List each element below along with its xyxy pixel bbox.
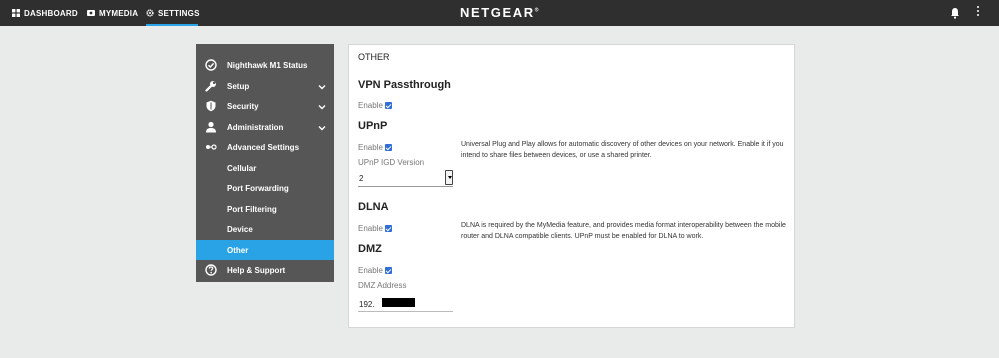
sidebar-item-setup[interactable]: Setup [196, 76, 334, 96]
person-icon [205, 121, 217, 133]
dlna-heading: DLNA [358, 201, 389, 213]
chevron-down-icon [318, 103, 326, 110]
media-icon [87, 9, 95, 17]
more-menu-icon[interactable] [974, 6, 982, 20]
nav-mymedia[interactable]: MYMEDIA [87, 0, 138, 26]
active-tab-indicator [146, 24, 198, 26]
sidebar-item-advanced-settings[interactable]: Advanced Settings [196, 137, 334, 157]
dmz-enable-checkbox[interactable] [385, 267, 392, 274]
other-settings-panel: OTHER VPN Passthrough Enable UPnP Enable… [348, 44, 795, 328]
nav-settings-label: SETTINGS [158, 8, 200, 18]
dropdown-arrow-icon[interactable] [445, 170, 453, 185]
notifications-bell-icon[interactable] [950, 6, 960, 19]
nav-dashboard-label: DASHBOARD [24, 8, 78, 18]
shield-icon [205, 100, 217, 112]
sidebar-item-device[interactable]: Device [196, 219, 334, 239]
sidebar-item-label: Port Filtering [227, 204, 277, 214]
vpn-enable-label: Enable [358, 101, 383, 110]
sidebar-item-label: Administration [227, 122, 284, 132]
top-navigation-bar: DASHBOARD MYMEDIA SETTINGS NETGEAR® [0, 0, 999, 26]
gear-icon [146, 9, 154, 17]
dmz-address-value: 192. [359, 300, 375, 309]
upnp-igd-version-value: 2 [359, 174, 364, 183]
brand-logo: NETGEAR® [460, 5, 538, 20]
sidebar-item-security[interactable]: Security [196, 96, 334, 116]
sidebar-item-administration[interactable]: Administration [196, 117, 334, 137]
dlna-enable-label: Enable [358, 224, 383, 233]
dlna-description: DLNA is required by the MyMedia feature,… [461, 222, 786, 240]
brand-registered-mark: ® [534, 7, 539, 14]
check-circle-icon [205, 59, 217, 71]
vpn-passthrough-heading: VPN Passthrough [358, 79, 451, 91]
nav-dashboard[interactable]: DASHBOARD [12, 0, 78, 26]
sidebar-item-other[interactable]: Other [196, 240, 334, 260]
sidebar-item-label: Advanced Settings [227, 142, 300, 152]
sidebar-item-help-support[interactable]: Help & Support [196, 260, 334, 280]
dmz-address-label: DMZ Address [358, 281, 407, 290]
settings-sidebar: Nighthawk M1 Status Setup Security Admin… [196, 44, 334, 282]
dmz-address-input[interactable]: 192. [358, 296, 453, 312]
sidebar-item-label: Nighthawk M1 Status [227, 60, 308, 70]
sidebar-item-label: Cellular [227, 163, 257, 173]
sidebar-item-label: Security [227, 101, 259, 111]
nodes-icon [205, 141, 217, 153]
nav-settings[interactable]: SETTINGS [146, 0, 200, 26]
sidebar-item-cellular[interactable]: Cellular [196, 158, 334, 178]
upnp-enable-checkbox[interactable] [385, 144, 392, 151]
upnp-description: Universal Plug and Play allows for autom… [461, 141, 784, 159]
sidebar-item-label: Other [227, 245, 249, 255]
sidebar-item-port-filtering[interactable]: Port Filtering [196, 199, 334, 219]
sidebar-item-label: Port Forwarding [227, 183, 289, 193]
dmz-enable-label: Enable [358, 266, 383, 275]
brand-name: NETGEAR [460, 5, 535, 20]
sidebar-item-label: Help & Support [227, 265, 286, 275]
sidebar-item-label: Setup [227, 81, 250, 91]
upnp-igd-version-select[interactable]: 2 [358, 170, 453, 187]
wrench-icon [205, 80, 217, 92]
dmz-heading: DMZ [358, 243, 382, 255]
dlna-enable-checkbox[interactable] [385, 225, 392, 232]
sidebar-item-label: Device [227, 224, 253, 234]
chevron-down-icon [318, 124, 326, 131]
upnp-enable-label: Enable [358, 143, 383, 152]
vpn-enable-checkbox[interactable] [385, 102, 392, 109]
page-title: OTHER [358, 52, 390, 62]
upnp-heading: UPnP [358, 120, 388, 132]
redaction-bar [382, 298, 415, 307]
sidebar-item-port-forwarding[interactable]: Port Forwarding [196, 178, 334, 198]
sidebar-item-nighthawk-status[interactable]: Nighthawk M1 Status [196, 55, 334, 75]
help-icon [205, 264, 217, 276]
chevron-down-icon [318, 83, 326, 90]
upnp-igd-version-label: UPnP IGD Version [358, 158, 425, 167]
grid-icon [12, 9, 20, 17]
nav-mymedia-label: MYMEDIA [99, 8, 139, 18]
